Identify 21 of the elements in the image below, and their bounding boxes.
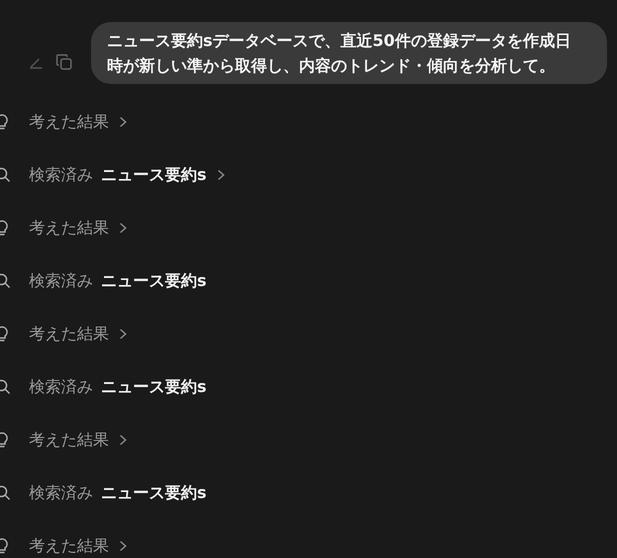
chevron-icon[interactable] xyxy=(119,222,127,234)
step-toggle[interactable]: 考えた結果 xyxy=(29,218,109,238)
step-label: 検索済み xyxy=(29,164,93,186)
copy-icon[interactable] xyxy=(56,54,72,70)
chevron-icon[interactable] xyxy=(119,434,127,446)
step-toggle[interactable]: 考えた結果 xyxy=(29,324,109,344)
step-label: 検索済み xyxy=(29,482,93,504)
chevron-icon[interactable] xyxy=(119,116,127,128)
search-target: ニュース要約s xyxy=(101,482,207,504)
search-target: ニュース要約s xyxy=(101,270,207,292)
step-toggle[interactable]: 考えた結果 xyxy=(29,430,109,450)
step-label: 検索済み xyxy=(29,376,93,398)
search-target: ニュース要約s xyxy=(101,164,207,186)
search-target: ニュース要約s xyxy=(101,376,207,398)
chevron-icon[interactable] xyxy=(216,169,225,181)
chevron-icon[interactable] xyxy=(119,540,127,552)
step-toggle[interactable]: 考えた結果 xyxy=(29,536,109,556)
chevron-icon[interactable] xyxy=(119,328,127,340)
step-label: 検索済み xyxy=(29,270,93,292)
message-bubble: ニュース要約sデータベースで、直近50件の登録データを作成日時が新しい準から取得し、内容のトレンド・傾向を分析して。 xyxy=(91,22,607,84)
step-toggle[interactable]: 考えた結果 xyxy=(29,112,109,132)
